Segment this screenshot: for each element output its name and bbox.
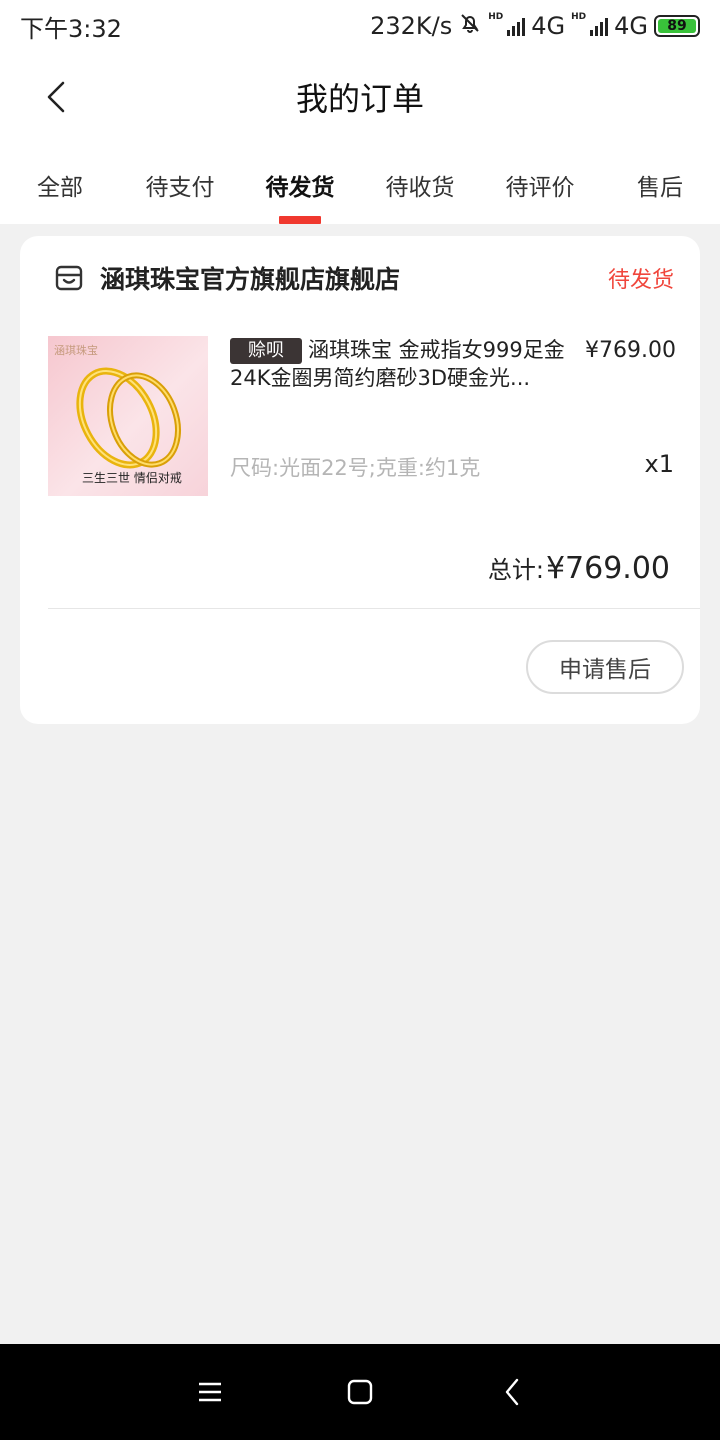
network-speed: 232K/s xyxy=(370,12,453,40)
apply-after-sales-button[interactable]: 申请售后 xyxy=(526,640,684,694)
status-time: 下午3:32 xyxy=(20,14,122,43)
tab-pending-review[interactable]: 待评价 xyxy=(480,142,600,224)
page-title: 我的订单 xyxy=(295,80,424,118)
battery-level: 89 xyxy=(658,18,696,34)
network-type-1: 4G xyxy=(531,12,566,40)
store-icon xyxy=(55,265,83,291)
menu-icon xyxy=(199,1382,221,1402)
system-back-button[interactable] xyxy=(494,1374,530,1410)
total-label: 总计: xyxy=(487,556,544,584)
back-icon xyxy=(505,1378,519,1406)
order-card[interactable]: 涵琪珠宝官方旗舰店旗舰店 待发货 涵琪珠宝 三生三世 情侣对戒 赊呗 涵琪珠宝 金… xyxy=(20,236,700,724)
tab-label: 待收货 xyxy=(385,175,455,201)
tab-pending-receipt[interactable]: 待收货 xyxy=(360,142,480,224)
tab-label: 全部 xyxy=(37,175,83,201)
signal-icon xyxy=(507,16,526,36)
total-value: ¥769.00 xyxy=(545,551,670,586)
credit-badge: 赊呗 xyxy=(230,338,302,364)
shop-name: 涵琪珠宝官方旗舰店旗舰店 xyxy=(100,265,401,294)
signal-icon-2 xyxy=(590,16,609,36)
nav-bar: 我的订单 xyxy=(0,52,720,142)
product-spec: 尺码:光面22号;克重:约1克 xyxy=(230,456,481,480)
order-total: 总计: ¥769.00 xyxy=(488,550,670,586)
chevron-left-icon xyxy=(47,81,65,113)
home-icon xyxy=(347,1379,373,1405)
hd-label: HD xyxy=(488,12,504,22)
product-price: ¥769.00 xyxy=(585,338,676,363)
shop-header[interactable]: 涵琪珠宝官方旗舰店旗舰店 待发货 xyxy=(54,260,674,296)
image-caption-text: 三生三世 情侣对戒 xyxy=(82,471,182,485)
status-indicators: 232K/s HD 4G HD 4G 89 xyxy=(370,11,700,41)
back-button[interactable] xyxy=(36,74,76,120)
product-title-line: 赊呗 涵琪珠宝 金戒指女999足金24K金圈男简约磨砂3D硬金光... xyxy=(230,336,576,392)
tab-label: 待评价 xyxy=(505,175,575,201)
tab-all[interactable]: 全部 xyxy=(0,142,120,224)
product-quantity: x1 xyxy=(644,450,674,478)
system-nav-bar xyxy=(0,1344,720,1440)
battery-icon: 89 xyxy=(654,15,700,37)
home-button[interactable] xyxy=(342,1374,378,1410)
network-type-2: 4G xyxy=(614,12,648,40)
order-status: 待发货 xyxy=(607,268,674,293)
hd-label-2: HD xyxy=(571,12,587,22)
mute-bell-icon xyxy=(458,11,482,41)
product-info[interactable]: 赊呗 涵琪珠宝 金戒指女999足金24K金圈男简约磨砂3D硬金光... xyxy=(230,336,576,392)
tab-label: 售后 xyxy=(637,175,683,201)
order-tabs: 全部 待支付 待发货 待收货 待评价 售后 xyxy=(0,142,720,224)
tab-after-sales[interactable]: 售后 xyxy=(600,142,720,224)
status-bar: 下午3:32 232K/s HD 4G HD 4G 89 xyxy=(0,0,720,52)
tab-pending-shipment[interactable]: 待发货 xyxy=(240,142,360,224)
product-image[interactable]: 涵琪珠宝 三生三世 情侣对戒 xyxy=(48,336,208,496)
tab-pending-payment[interactable]: 待支付 xyxy=(120,142,240,224)
menu-button[interactable] xyxy=(192,1374,228,1410)
active-tab-indicator xyxy=(279,216,321,224)
tab-label: 待支付 xyxy=(145,175,215,201)
divider xyxy=(48,608,700,609)
